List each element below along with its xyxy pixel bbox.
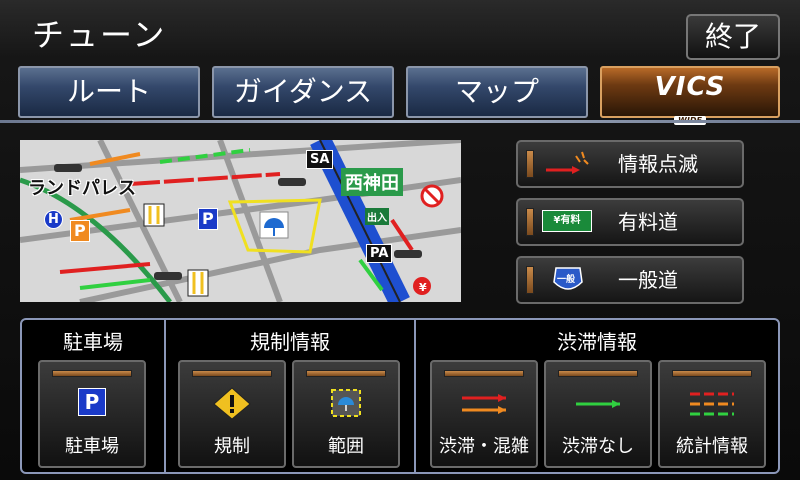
no-congestion-label: 渋滞なし <box>562 436 634 457</box>
vics-logo-text: VICS <box>654 72 726 102</box>
area-label: 範囲 <box>328 436 364 457</box>
flash-info-button[interactable]: 情報点滅 <box>516 140 744 188</box>
tab-map[interactable]: マップ <box>406 66 588 118</box>
toll-road-label: 有料道 <box>618 210 678 234</box>
flash-info-label: 情報点滅 <box>618 152 698 176</box>
group-title-parking: 駐車場 <box>63 330 123 354</box>
group-title-congestion: 渋滞情報 <box>557 330 637 354</box>
screen-title: チューン <box>32 16 167 54</box>
tab-vics[interactable]: VICS WIDE <box>600 66 780 125</box>
statistics-indicator <box>672 370 752 377</box>
congestion-label: 渋滞・混雑 <box>439 436 529 457</box>
area-indicator <box>306 370 386 377</box>
map-parking-orange-badge: P <box>70 220 90 242</box>
tab-guidance[interactable]: ガイダンス <box>212 66 394 118</box>
vics-category-panel: 駐車場 P 駐車場 規制情報 規制 範囲 渋滞情報 渋滞・混雑 渋滞なし 統計情… <box>20 318 780 474</box>
tab-underline <box>0 120 800 123</box>
toll-road-icon: ¥有料 <box>542 210 592 232</box>
map-sa-badge: SA <box>306 150 334 169</box>
parking-label: 駐車場 <box>65 436 119 457</box>
map-preview: ランドパレス 西神田 SA PA 出入 H P P ¥ <box>20 140 461 302</box>
regulation-indicator <box>192 370 272 377</box>
regulation-button[interactable]: 規制 <box>178 360 286 468</box>
map-place-label: 西神田 <box>341 168 403 196</box>
area-icon <box>331 389 361 417</box>
map-hospital-badge: H <box>44 210 63 229</box>
no-congestion-arrow-icon <box>576 400 620 408</box>
regulation-label: 規制 <box>214 436 250 457</box>
no-congestion-indicator <box>558 370 638 377</box>
parking-indicator <box>52 370 132 377</box>
toll-road-button[interactable]: ¥有料 有料道 <box>516 198 744 246</box>
regulation-warning-icon <box>213 387 251 420</box>
map-yen-marker: ¥ <box>419 281 427 294</box>
statistics-label: 統計情報 <box>676 436 748 457</box>
area-button[interactable]: 範囲 <box>292 360 400 468</box>
flash-info-indicator <box>526 150 534 178</box>
parking-icon: P <box>78 388 106 416</box>
exit-button[interactable]: 終了 <box>686 14 780 60</box>
tab-route[interactable]: ルート <box>18 66 200 118</box>
congestion-button[interactable]: 渋滞・混雑 <box>430 360 538 468</box>
map-parking-blue-badge: P <box>198 208 218 230</box>
congestion-indicator <box>444 370 524 377</box>
general-road-indicator <box>526 266 534 294</box>
tab-bar: ルート ガイダンス マップ VICS WIDE <box>18 66 780 125</box>
parking-button[interactable]: P 駐車場 <box>38 360 146 468</box>
group-title-regulation: 規制情報 <box>250 330 330 354</box>
map-landmark-label: ランドパレス <box>28 178 136 199</box>
no-congestion-button[interactable]: 渋滞なし <box>544 360 652 468</box>
map-exit-sign: 出入 <box>365 208 389 225</box>
general-road-button[interactable]: 一般 一般道 <box>516 256 744 304</box>
flash-info-icon <box>546 151 589 174</box>
statistics-lines-icon <box>690 392 734 416</box>
statistics-button[interactable]: 統計情報 <box>658 360 766 468</box>
congestion-arrows-icon <box>462 394 506 414</box>
general-road-badge-text: 一般 <box>557 275 576 285</box>
toll-road-indicator <box>526 208 534 236</box>
general-road-label: 一般道 <box>618 268 678 292</box>
map-pa-badge: PA <box>366 244 393 263</box>
